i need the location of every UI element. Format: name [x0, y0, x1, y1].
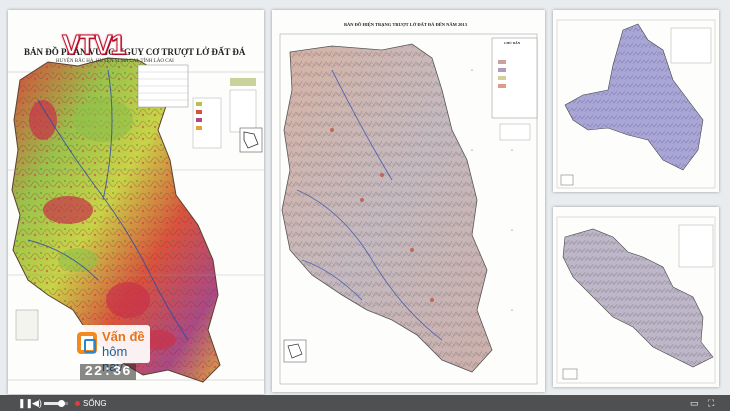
live-indicator: SỐNG: [75, 399, 107, 408]
grey-relief-map-graphic: [556, 216, 716, 384]
volume-slider[interactable]: [44, 400, 68, 407]
hazard-map-title: BẢN ĐỒ PHÂN VÙNG NGUY CƠ TRƯỢT LỞ ĐẤT ĐÁ: [24, 47, 246, 57]
video-player-bar: ❚❚ ◀) SỐNG ▭ ⛶: [0, 395, 730, 411]
landslide-map-title: BẢN ĐỒ HIỆN TRẠNG TRƯỢT LỞ ĐẤT ĐÁ ĐẾN NĂ…: [344, 22, 468, 27]
pause-icon[interactable]: ❚❚: [18, 398, 33, 408]
landslide-status-map-graphic: [279, 33, 538, 385]
broadcast-clock: 22:36: [80, 364, 136, 380]
landslide-status-map-sheet: BẢN ĐỒ HIỆN TRẠNG TRƯỢT LỞ ĐẤT ĐÁ ĐẾN NĂ…: [272, 10, 545, 392]
settings-icon[interactable]: ▭: [690, 398, 699, 408]
volume-icon[interactable]: ◀): [32, 398, 42, 408]
fullscreen-icon[interactable]: ⛶: [708, 398, 714, 408]
program-title-line1: Vấn đề: [102, 329, 145, 344]
program-logo-icon: [77, 332, 97, 354]
landslide-legend-title: CHÚ DẪN: [504, 41, 521, 45]
grey-relief-map-sheet: [553, 207, 719, 387]
program-badge-box: Vấn đề hôm nay: [72, 325, 150, 374]
blue-relief-map-graphic: [556, 19, 716, 189]
blue-relief-map-sheet: [553, 10, 719, 192]
channel-logo-text: VTV1: [61, 29, 126, 60]
volume-slider-handle[interactable]: [58, 400, 66, 407]
vtv1-channel-logo: VTV1: [61, 29, 126, 60]
